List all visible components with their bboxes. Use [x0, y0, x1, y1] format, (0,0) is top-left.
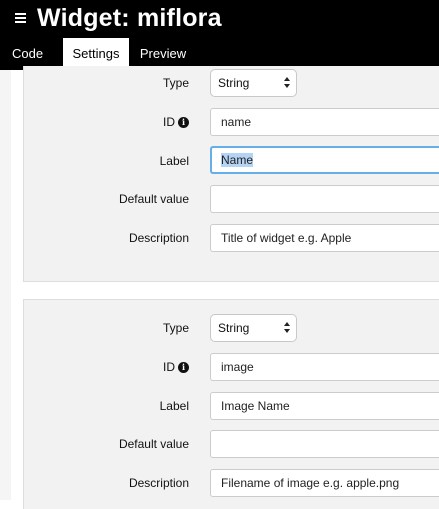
- left-gutter: [0, 70, 11, 500]
- label-label: Label: [159, 399, 189, 413]
- description-field[interactable]: Title of widget e.g. Apple: [210, 224, 439, 252]
- type-select-value: String: [218, 76, 250, 90]
- label-field-value: Name: [221, 153, 254, 167]
- select-arrows-icon: [284, 322, 290, 334]
- default-value-label: Default value: [118, 192, 189, 206]
- id-label-row: ID i: [163, 352, 189, 382]
- type-label: Type: [162, 321, 189, 335]
- label-field[interactable]: Image Name: [210, 392, 439, 420]
- menu-icon[interactable]: [15, 11, 27, 25]
- info-icon[interactable]: i: [178, 116, 189, 128]
- description-field[interactable]: Filename of image e.g. apple.png: [210, 469, 439, 497]
- select-arrows-icon: [284, 77, 290, 89]
- type-select[interactable]: String: [210, 69, 297, 97]
- id-field[interactable]: name: [210, 108, 439, 136]
- settings-panel: Type String ID i name Label Name Default…: [0, 66, 439, 509]
- info-icon[interactable]: i: [178, 361, 189, 373]
- label-field[interactable]: Name: [210, 146, 439, 174]
- id-label: ID: [163, 360, 175, 374]
- app-header: Widget: miflora Code Settings Preview: [0, 0, 439, 70]
- description-label: Description: [128, 231, 189, 245]
- type-select[interactable]: String: [210, 314, 297, 342]
- id-label: ID: [163, 115, 175, 129]
- label-label: Label: [159, 154, 189, 168]
- type-label: Type: [162, 76, 189, 90]
- default-value-field[interactable]: [210, 185, 439, 213]
- page-title: Widget: miflora: [37, 4, 222, 32]
- setting-card: Type String ID i image Label Image Name …: [23, 299, 439, 509]
- id-label-row: ID i: [163, 107, 189, 137]
- default-value-field[interactable]: [210, 430, 439, 458]
- id-field[interactable]: image: [210, 353, 439, 381]
- description-label: Description: [128, 476, 189, 490]
- default-value-label: Default value: [118, 437, 189, 451]
- type-select-value: String: [218, 321, 250, 335]
- setting-card: Type String ID i name Label Name Default…: [23, 66, 439, 282]
